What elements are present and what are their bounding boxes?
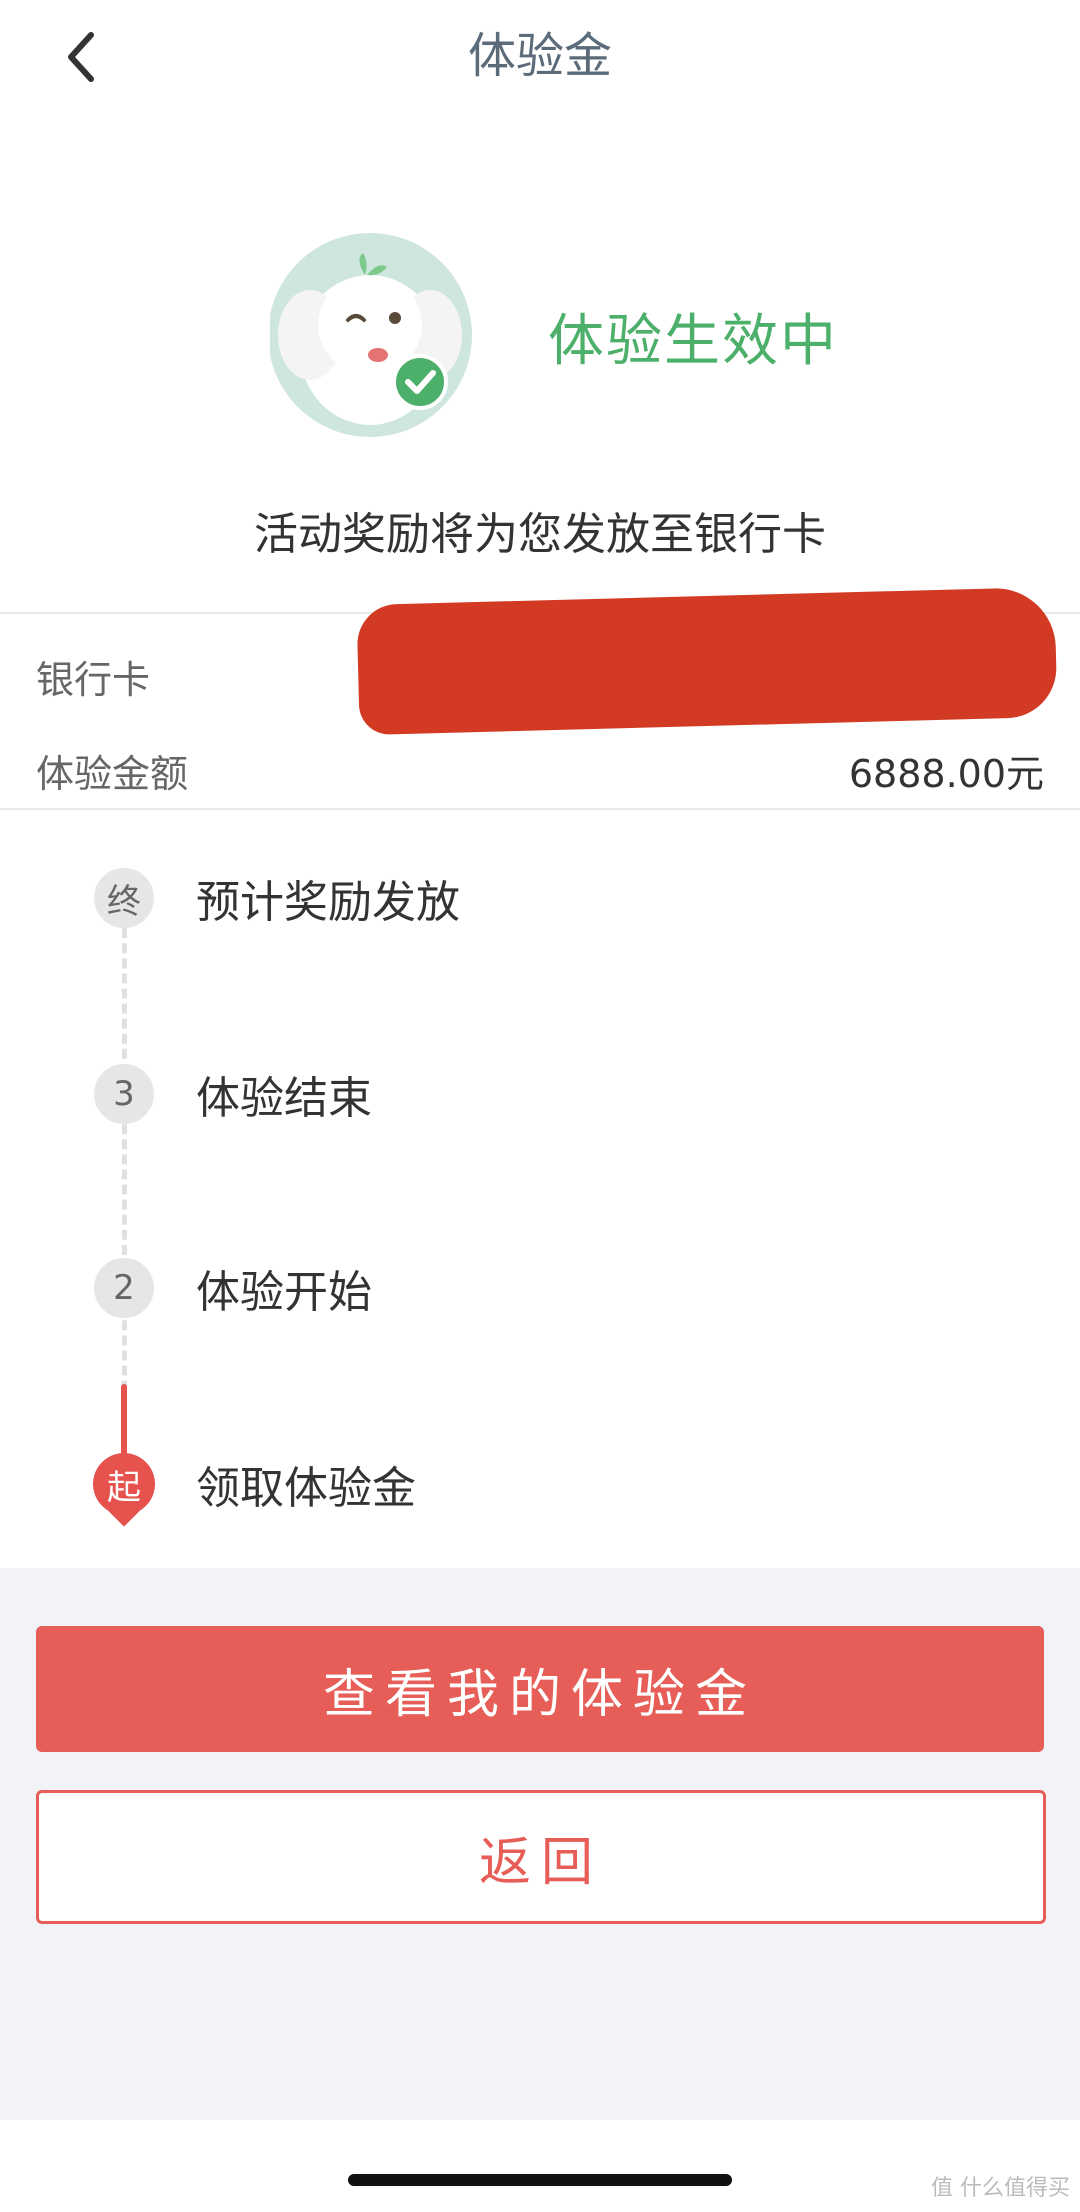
progress-timeline: 终 预计奖励发放 3 体验结束 2 体验开始 起 领取体验金 — [0, 806, 1080, 1568]
amount-row: 体验金额 6888.00元 — [36, 740, 1044, 800]
page-title: 体验金 — [467, 28, 612, 84]
step-label-reward: 预计奖励发放 — [196, 877, 460, 928]
step-label-end: 体验结束 — [196, 1073, 372, 1124]
home-indicator[interactable] — [348, 2174, 732, 2186]
timeline-dashed-line — [122, 898, 127, 1466]
step-marker-start: 起 — [93, 1453, 155, 1515]
view-my-trial-fund-button[interactable]: 查看我的体验金 — [36, 1626, 1044, 1752]
watermark-text: 值 什么值得买 — [931, 2176, 1070, 2201]
return-button[interactable]: 返回 — [36, 1790, 1046, 1924]
amount-value: 6888.00元 — [848, 751, 1044, 796]
step-label-start: 体验开始 — [196, 1267, 372, 1318]
mascot-avatar — [268, 230, 480, 450]
step-marker-3: 3 — [94, 1064, 154, 1124]
redaction-mark — [356, 586, 1058, 736]
step-label-claim: 领取体验金 — [196, 1463, 416, 1514]
bank-card-label: 银行卡 — [36, 657, 151, 702]
notice-text: 活动奖励将为您发放至银行卡 — [254, 509, 826, 560]
nav-bar: 体验金 — [0, 0, 1080, 120]
step-marker-2: 2 — [94, 1258, 154, 1318]
step-marker-end: 终 — [94, 868, 154, 928]
status-text: 体验生效中 — [548, 309, 838, 374]
amount-label: 体验金额 — [36, 751, 189, 796]
